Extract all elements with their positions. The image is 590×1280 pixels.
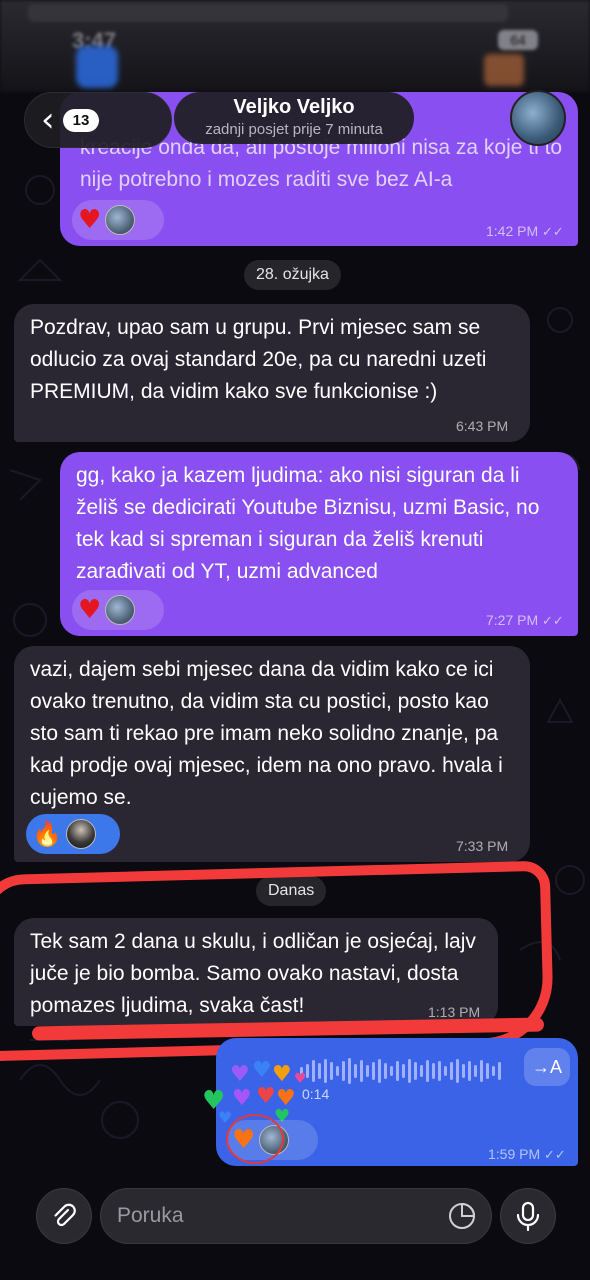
message-text: vazi, dajem sebi mjesec dana da vidim ka… [30, 658, 503, 809]
attach-button[interactable] [36, 1188, 92, 1244]
contact-name: Veljko Veljko [233, 96, 355, 118]
transcribe-button[interactable]: →A [524, 1048, 570, 1086]
message-meta: 1:59 PM ✓✓ [488, 1146, 566, 1163]
contact-avatar[interactable] [510, 90, 566, 146]
reaction-chip[interactable]: ♥ [72, 590, 164, 630]
reaction-chip[interactable]: 🔥 [26, 814, 120, 854]
notification-preview [28, 4, 508, 22]
paperclip-icon [54, 1203, 76, 1227]
chat-header-title[interactable]: Veljko Veljko zadnji posjet prije 7 minu… [174, 92, 414, 144]
microphone-icon [516, 1201, 540, 1231]
chevron-left-icon: ‹ [41, 100, 55, 140]
heart-icon: ♥ [232, 1086, 252, 1111]
read-receipt-icon: ✓✓ [542, 225, 564, 240]
message-time: 7:27 PM [486, 612, 539, 628]
message-text: gg, kako ja kazem ljudima: ako nisi sigu… [76, 464, 540, 583]
message-time: 7:33 PM [456, 838, 509, 854]
battery-indicator: 64 [498, 30, 538, 50]
message-input[interactable] [117, 1189, 437, 1243]
heart-icon: ♥ [230, 1062, 250, 1087]
notification-thumbnail [484, 54, 524, 86]
message-text: Pozdrav, upao sam u grupu. Prvi mjesec s… [30, 316, 487, 403]
voice-waveform[interactable] [300, 1056, 510, 1086]
heart-icon: ♥ [256, 1084, 276, 1109]
back-button[interactable]: ‹ 13 [24, 92, 172, 148]
message-time: 1:59 PM [488, 1146, 541, 1162]
sticker-icon[interactable] [447, 1201, 477, 1231]
reactor-avatar [105, 205, 136, 235]
message-time: 1:42 PM [486, 223, 539, 239]
notification-app-icon [76, 46, 118, 88]
heart-icon: ♥ [294, 1071, 307, 1087]
reactor-avatar [65, 819, 96, 849]
unread-count-badge: 13 [62, 108, 100, 132]
heart-reaction-icon: ♥ [78, 595, 102, 625]
fire-reaction-icon: 🔥 [32, 820, 62, 848]
reaction-chip[interactable]: ♥ [72, 200, 164, 240]
heart-icon: ♥ [252, 1058, 272, 1083]
reactor-avatar [105, 595, 136, 625]
read-receipt-icon: ✓✓ [544, 1148, 566, 1163]
heart-icon: ♥ [218, 1108, 233, 1127]
last-seen-status: zadnji posjet prije 7 minuta [205, 121, 383, 138]
heart-icon: ♥ [272, 1062, 292, 1087]
heart-reaction-icon: ♥ [78, 205, 102, 235]
message-bubble-incoming[interactable]: Pozdrav, upao sam u grupu. Prvi mjesec s… [14, 304, 530, 442]
message-meta: 1:42 PM ✓✓ [486, 223, 564, 240]
highlight-annotation-circle [226, 1114, 284, 1164]
date-separator: 28. ožujka [244, 260, 341, 290]
status-bar: 3:47 64 [0, 0, 590, 92]
microphone-button[interactable] [500, 1188, 556, 1244]
message-input-container[interactable] [100, 1188, 492, 1244]
message-meta: 7:27 PM ✓✓ [486, 612, 564, 629]
message-time: 6:43 PM [456, 418, 509, 434]
read-receipt-icon: ✓✓ [542, 614, 564, 629]
